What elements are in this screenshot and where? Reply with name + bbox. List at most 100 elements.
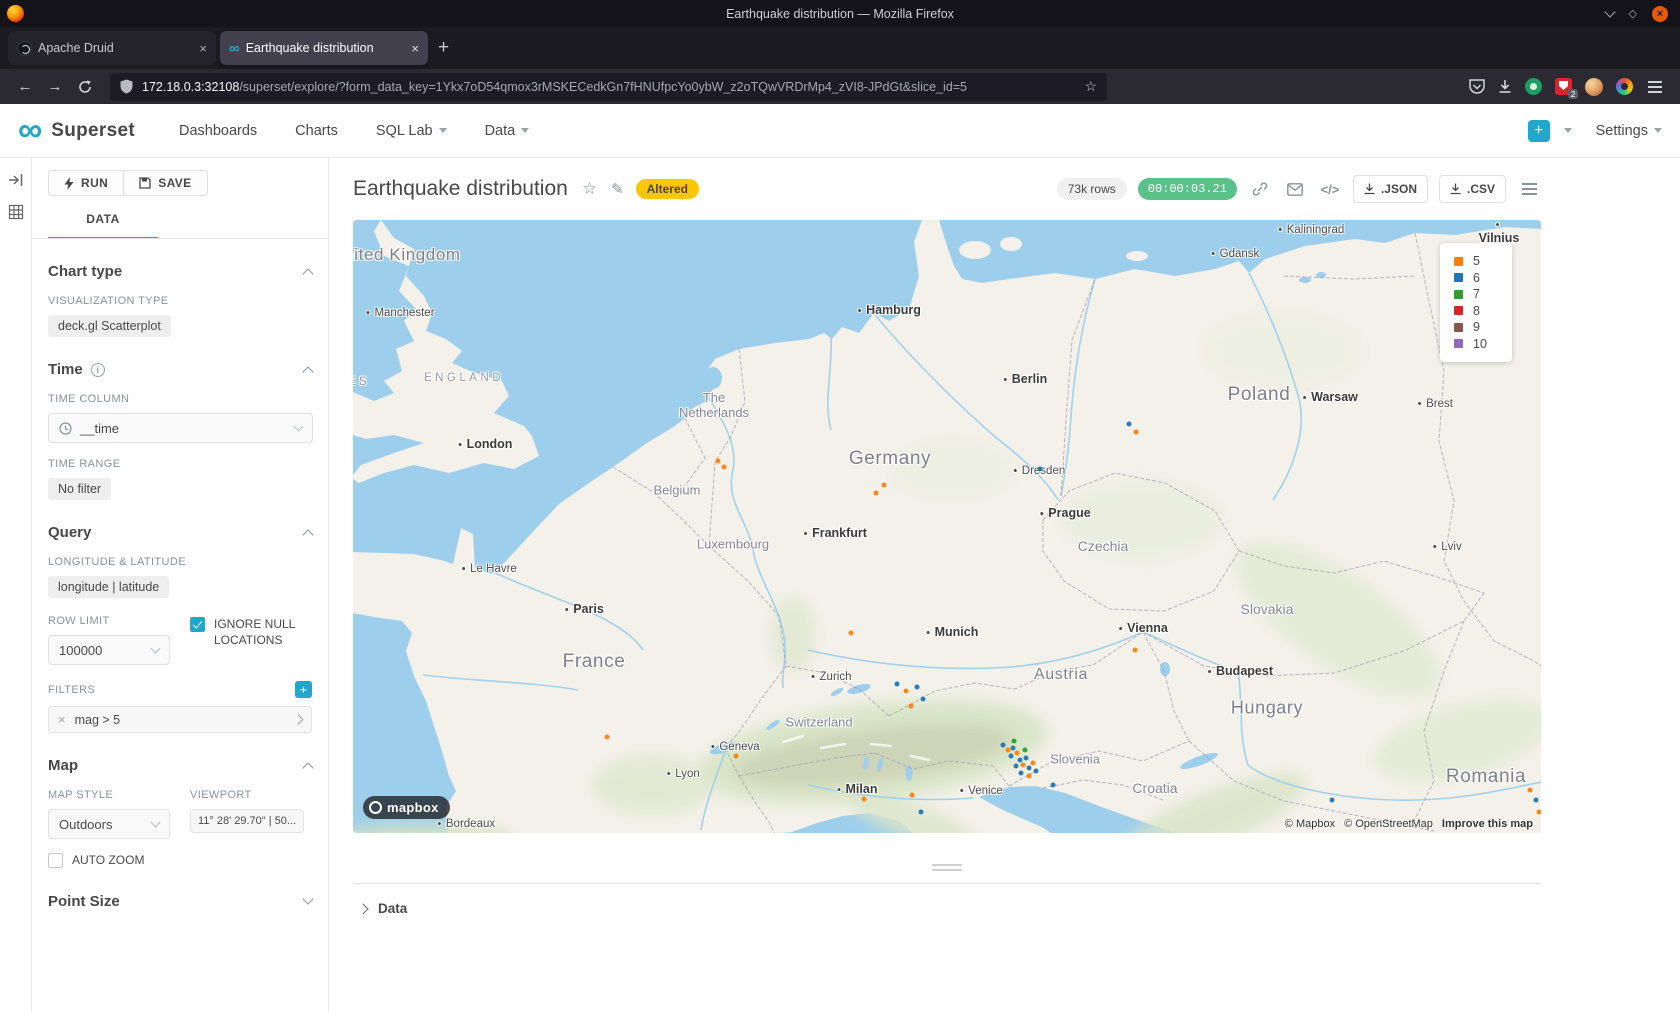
edit-pencil-icon[interactable]: ✎ [611,180,624,198]
section-header-point-size[interactable]: Point Size [48,893,312,910]
extension-icon-pinwheel[interactable] [1616,78,1633,95]
altered-badge[interactable]: Altered [636,179,699,199]
legend-swatch [1454,306,1463,315]
legend-swatch [1454,323,1463,332]
run-button[interactable]: RUN [48,170,124,196]
window-titlebar: Earthquake distribution — Mozilla Firefo… [0,0,1680,27]
back-button[interactable]: ← [10,74,40,100]
ublock-origin-icon[interactable]: 2 [1555,78,1572,95]
tracking-protection-shield-icon[interactable] [120,79,133,94]
url-path: /superset/explore/?form_data_key=1Ykx7oD… [239,80,967,94]
clock-icon [59,422,72,435]
attribution-openstreetmap[interactable]: © OpenStreetMap [1344,818,1433,830]
remove-filter-icon[interactable]: × [58,712,66,727]
map-style-label: MAP STYLE [48,789,170,801]
filter-chip[interactable]: × mag > 5 [48,706,312,733]
save-button[interactable]: SAVE [123,170,207,196]
forward-button[interactable]: → [40,74,70,100]
settings-menu[interactable]: Settings [1596,123,1662,139]
legend-swatch [1454,273,1463,282]
nav-item-sql-lab[interactable]: SQL Lab [376,123,447,139]
tab-apache-druid[interactable]: Apache Druid × [8,31,216,65]
section-header-map[interactable]: Map [48,757,312,774]
ignore-null-checkbox[interactable] [190,617,205,632]
mapbox-logo[interactable]: mapbox [363,796,450,819]
section-chart-type: Chart type VISUALIZATION TYPE deck.gl Sc… [48,263,312,337]
section-header-query[interactable]: Query [48,524,312,541]
url-bar[interactable]: 172.18.0.3:32108/superset/explore/?form_… [110,73,1107,101]
nav-item-charts[interactable]: Charts [295,123,338,139]
pocket-icon[interactable] [1469,79,1485,94]
map-style-value: Outdoors [59,817,112,832]
magnitude-legend: 5678910 [1440,243,1512,362]
time-range-chip[interactable]: No filter [48,478,111,500]
reload-button[interactable] [70,74,100,100]
filter-value: mag > 5 [75,713,121,727]
time-column-select[interactable]: __time [48,413,313,443]
menu-icon[interactable] [1648,86,1662,88]
tab-earthquake-distribution[interactable]: ∞ Earthquake distribution × [220,31,428,65]
viz-type-chip[interactable]: deck.gl Scatterplot [48,315,171,337]
legend-swatch [1454,339,1463,348]
legend-item: 7 [1454,286,1512,303]
downloads-icon[interactable] [1498,79,1512,94]
superset-brand[interactable]: Superset [51,120,135,142]
window-close-icon[interactable]: × [1652,6,1668,22]
chevron-up-icon [302,366,313,377]
data-panel-title: Data [378,901,407,916]
section-title: Query [48,524,91,541]
new-item-button[interactable]: + [1528,120,1550,142]
superset-logo-icon[interactable]: ∞ [18,117,42,144]
lightning-icon [64,177,74,190]
map-style-select[interactable]: Outdoors [48,809,170,839]
favorite-star-icon[interactable]: ☆ [582,179,597,199]
attribution-mapbox[interactable]: © Mapbox [1285,818,1335,830]
auto-zoom-checkbox[interactable] [48,853,63,868]
lonlat-chip[interactable]: longitude | latitude [48,576,169,598]
section-header-time[interactable]: Time i [48,361,312,378]
query-timer-badge: 00:00:03.21 [1138,178,1237,200]
extension-icon-green[interactable] [1525,78,1542,95]
section-title: Time [48,361,83,378]
embed-code-icon[interactable]: </> [1318,177,1342,201]
window-minimize-icon[interactable] [1604,6,1615,17]
export-json-button[interactable]: .JSON [1353,175,1428,203]
new-tab-button[interactable]: + [438,37,449,59]
export-csv-button[interactable]: .CSV [1439,175,1506,203]
legend-item: 8 [1454,303,1512,320]
download-icon [1450,183,1461,195]
add-filter-button[interactable]: + [295,681,312,698]
attribution-improve-link[interactable]: Improve this map [1442,818,1533,830]
tab-close-icon[interactable]: × [199,41,207,56]
superset-header: ∞ Superset Dashboards Charts SQL Lab Data +… [0,104,1680,158]
chevron-right-icon [294,715,304,725]
section-map: Map MAP STYLE Outdoors AUTO ZOOM VIE [48,757,312,869]
firefox-logo-icon [7,5,24,22]
section-header-chart-type[interactable]: Chart type [48,263,312,280]
data-panel-toggle[interactable]: Data [353,901,1541,916]
share-link-icon[interactable] [1248,177,1272,201]
deckgl-map[interactable]: United KingdomManchesterENGLANDESLondonL… [353,220,1541,833]
section-query: Query LONGITUDE & LATITUDE longitude | l… [48,524,312,733]
row-limit-select[interactable]: 100000 [48,635,170,665]
viewport-label: VIEWPORT [190,789,304,801]
tab-data[interactable]: DATA [48,212,158,239]
tab-close-icon[interactable]: × [411,41,419,56]
info-icon[interactable]: i [91,363,105,377]
more-options-icon[interactable] [1517,177,1541,201]
tab-title: Apache Druid [38,41,114,55]
nav-item-data[interactable]: Data [485,123,530,139]
run-label: RUN [81,176,108,190]
bookmark-star-icon[interactable]: ☆ [1076,78,1097,95]
section-title: Map [48,757,78,774]
account-avatar[interactable] [1585,78,1603,96]
data-results-panel: Data [353,883,1541,916]
dataset-grid-icon[interactable] [8,204,24,220]
section-time: Time i TIME COLUMN __time TIME RANGE No … [48,361,312,500]
email-icon[interactable] [1283,177,1307,201]
window-maximize-icon[interactable]: ◇ [1629,7,1637,20]
nav-item-dashboards[interactable]: Dashboards [179,123,257,139]
viewport-value[interactable]: 11° 28' 29.70" | 50... [190,809,304,833]
expand-panel-icon[interactable] [8,172,24,188]
panel-resize-handle[interactable] [353,864,1541,871]
